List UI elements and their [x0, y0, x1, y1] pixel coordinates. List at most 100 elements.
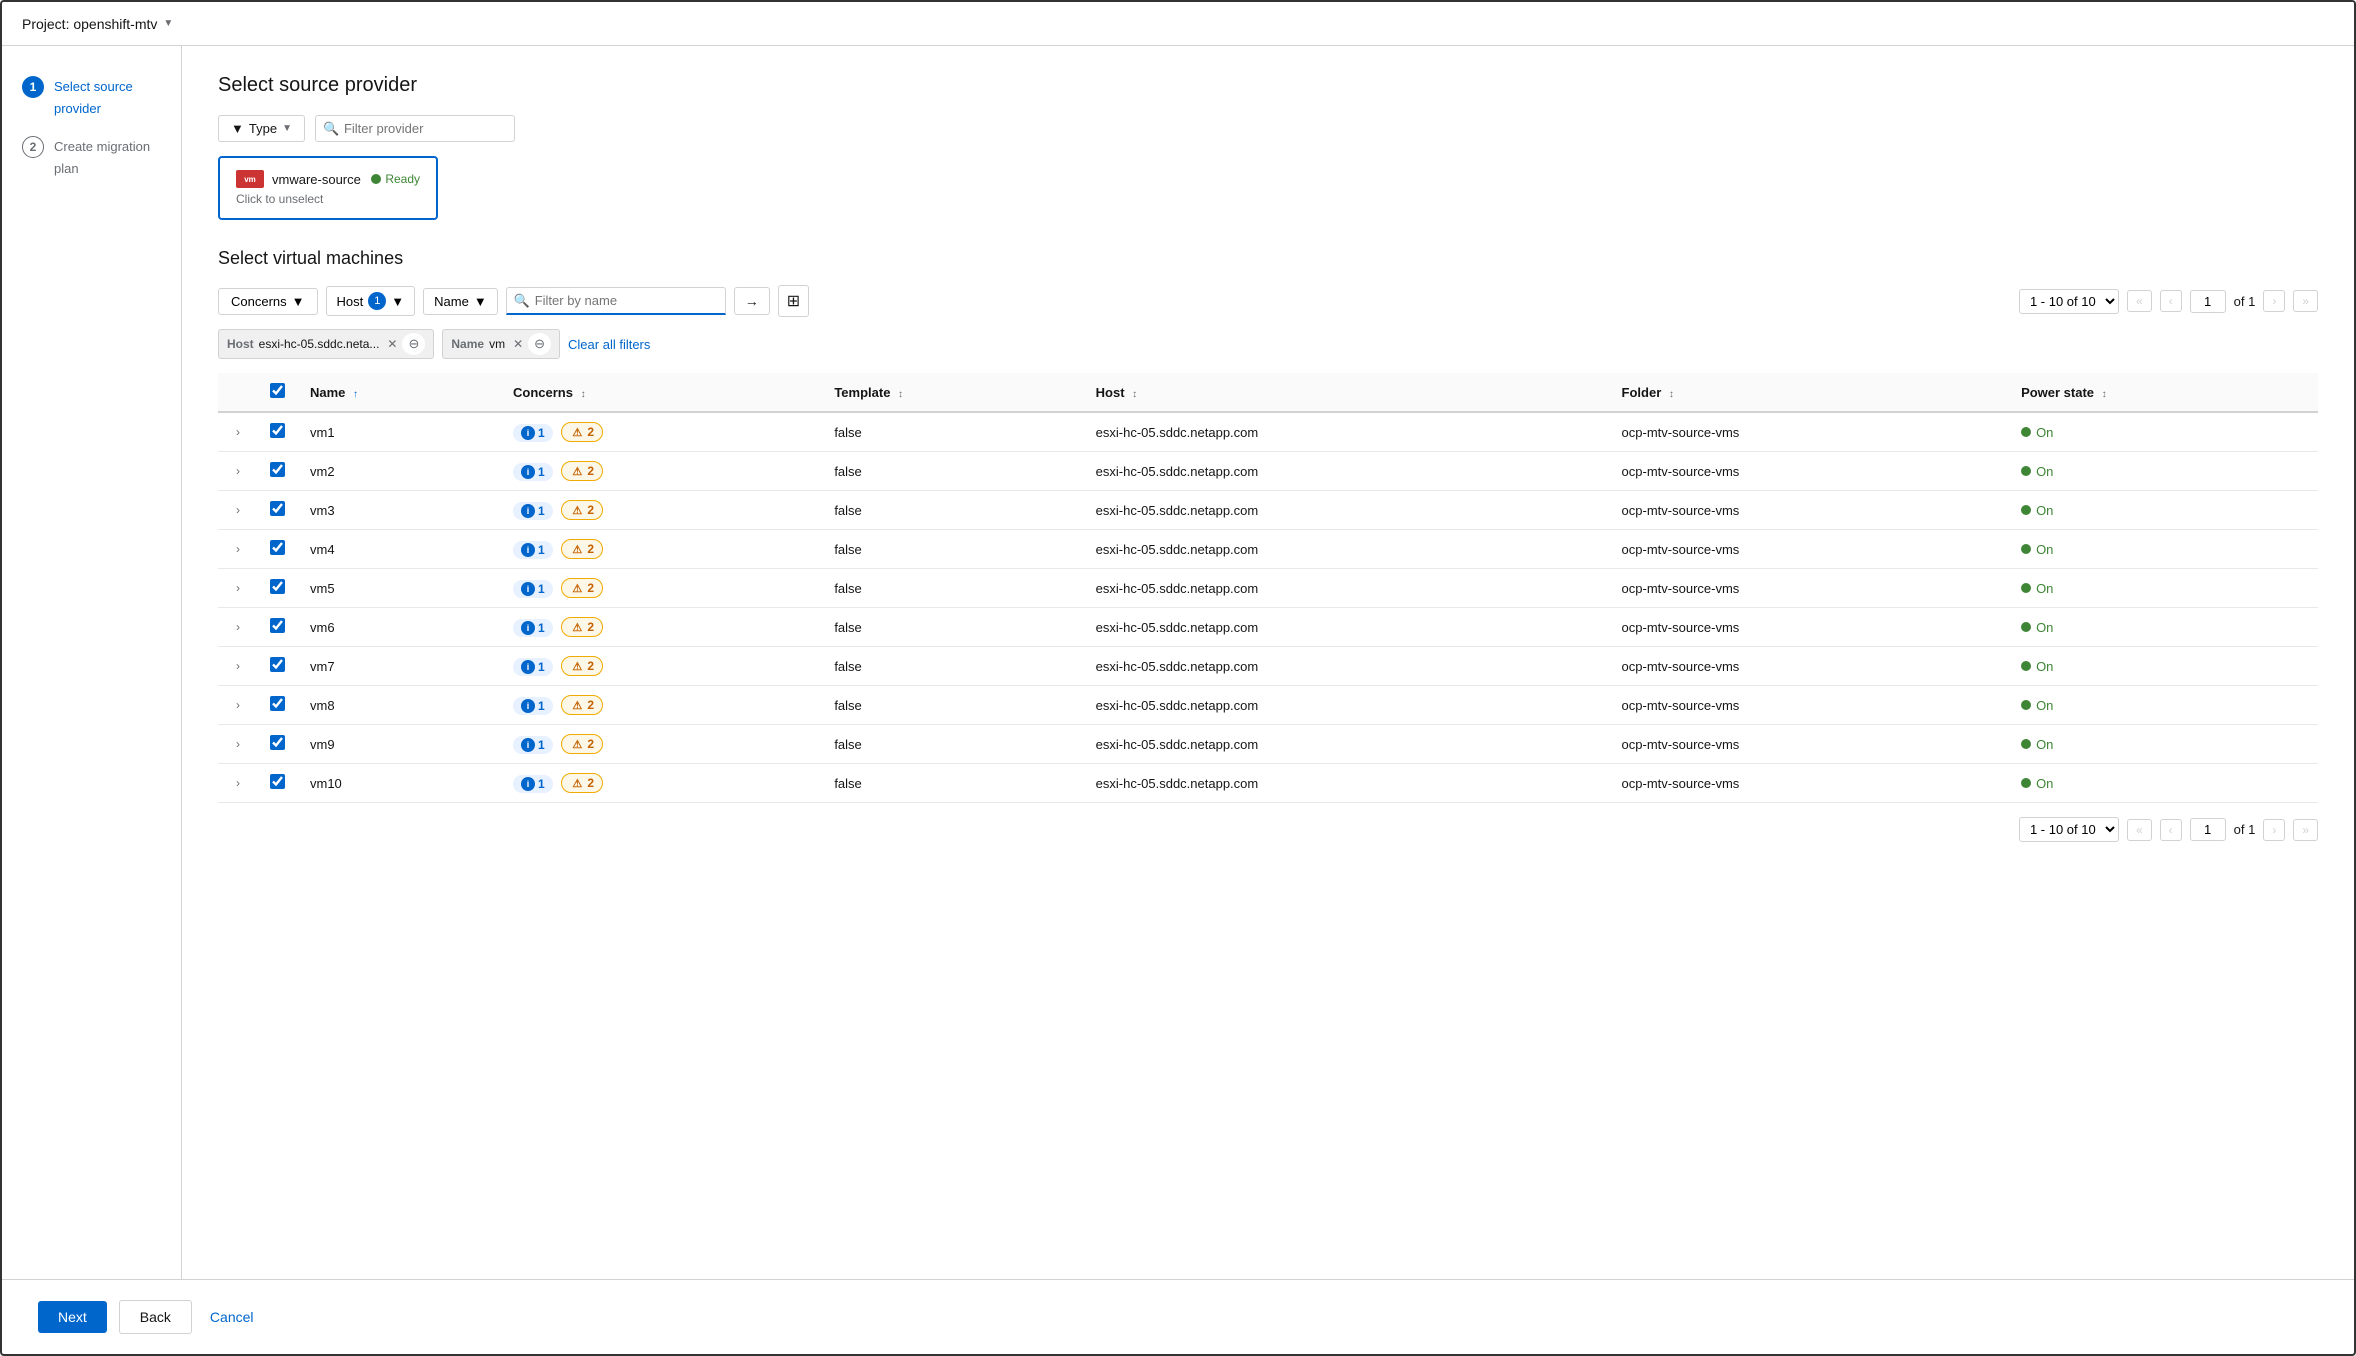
search-submit-button[interactable]: → — [734, 287, 770, 315]
click-unselect-label: Click to unselect — [236, 192, 420, 206]
host-chip-remove-button[interactable]: ✕ — [387, 337, 397, 351]
provider-card[interactable]: vm vmware-source Ready Click to unselect — [218, 156, 438, 220]
power-state-column-header[interactable]: Power state ↕ — [2009, 373, 2318, 412]
row-checkbox[interactable] — [270, 579, 285, 594]
concerns-filter-button[interactable]: Concerns ▼ — [218, 288, 318, 315]
bottom-first-page-button[interactable]: « — [2127, 819, 2152, 841]
concern-info-badge[interactable]: i 1 — [513, 424, 553, 442]
current-page-input[interactable] — [2190, 290, 2226, 313]
concern-warn-badge[interactable]: ⚠ 2 — [561, 695, 603, 715]
concern-info-badge[interactable]: i 1 — [513, 463, 553, 481]
name-chip-remove-button[interactable]: ✕ — [513, 337, 523, 351]
checkbox-cell[interactable] — [258, 686, 298, 725]
checkbox-cell[interactable] — [258, 764, 298, 803]
name-cell: vm4 — [298, 530, 501, 569]
bottom-prev-page-button[interactable]: ‹ — [2160, 819, 2182, 841]
row-checkbox[interactable] — [270, 774, 285, 789]
checkbox-cell[interactable] — [258, 725, 298, 764]
info-icon: i — [521, 504, 535, 518]
row-checkbox[interactable] — [270, 462, 285, 477]
expand-button[interactable]: › — [230, 540, 246, 558]
row-checkbox[interactable] — [270, 501, 285, 516]
concern-info-badge[interactable]: i 1 — [513, 775, 553, 793]
concern-warn-badge[interactable]: ⚠ 2 — [561, 500, 603, 520]
checkbox-cell[interactable] — [258, 569, 298, 608]
row-checkbox[interactable] — [270, 735, 285, 750]
row-checkbox[interactable] — [270, 657, 285, 672]
cancel-button[interactable]: Cancel — [204, 1301, 260, 1333]
project-selector[interactable]: Project: openshift-mtv ▼ — [22, 16, 173, 32]
concern-warn-badge[interactable]: ⚠ 2 — [561, 461, 603, 481]
concern-info-badge[interactable]: i 1 — [513, 541, 553, 559]
checkbox-cell[interactable] — [258, 608, 298, 647]
power-on-indicator: On — [2021, 737, 2306, 752]
sidebar-step-1[interactable]: 1 Select source provider — [22, 76, 161, 120]
concern-info-badge[interactable]: i 1 — [513, 619, 553, 637]
expand-button[interactable]: › — [230, 735, 246, 753]
expand-button[interactable]: › — [230, 618, 246, 636]
folder-cell: ocp-mtv-source-vms — [1610, 686, 2010, 725]
name-filter-button[interactable]: Name ▼ — [423, 288, 498, 315]
checkbox-cell[interactable] — [258, 530, 298, 569]
concern-info-badge[interactable]: i 1 — [513, 658, 553, 676]
concern-warn-badge[interactable]: ⚠ 2 — [561, 656, 603, 676]
last-page-button[interactable]: » — [2293, 290, 2318, 312]
concern-warn-badge[interactable]: ⚠ 2 — [561, 773, 603, 793]
concern-info-badge[interactable]: i 1 — [513, 736, 553, 754]
expand-button[interactable]: › — [230, 579, 246, 597]
row-checkbox[interactable] — [270, 696, 285, 711]
name-column-header[interactable]: Name ↑ — [298, 373, 501, 412]
concern-warn-badge[interactable]: ⚠ 2 — [561, 422, 603, 442]
type-filter-button[interactable]: ▼ Type ▼ — [218, 115, 305, 142]
select-all-checkbox[interactable] — [270, 383, 285, 398]
concern-warn-badge[interactable]: ⚠ 2 — [561, 617, 603, 637]
checkbox-column-header[interactable] — [258, 373, 298, 412]
provider-search-input[interactable] — [315, 115, 515, 142]
concerns-column-header[interactable]: Concerns ↕ — [501, 373, 822, 412]
clear-all-filters-button[interactable]: Clear all filters — [568, 337, 650, 352]
vm-search-wrap: 🔍 — [506, 287, 726, 315]
row-checkbox[interactable] — [270, 540, 285, 555]
prev-page-button[interactable]: ‹ — [2160, 290, 2182, 312]
host-filter-button[interactable]: Host 1 ▼ — [326, 286, 416, 316]
checkbox-cell[interactable] — [258, 647, 298, 686]
next-page-button[interactable]: › — [2263, 290, 2285, 312]
bottom-last-page-button[interactable]: » — [2293, 819, 2318, 841]
concern-warn-badge[interactable]: ⚠ 2 — [561, 578, 603, 598]
bottom-next-page-button[interactable]: › — [2263, 819, 2285, 841]
folder-column-header[interactable]: Folder ↕ — [1610, 373, 2010, 412]
template-column-header[interactable]: Template ↕ — [822, 373, 1083, 412]
host-column-header[interactable]: Host ↕ — [1084, 373, 1610, 412]
host-chip-clear-button[interactable]: ⊖ — [402, 333, 425, 355]
expand-button[interactable]: › — [230, 774, 246, 792]
columns-toggle-button[interactable]: ⊞ — [778, 285, 809, 317]
bottom-current-page-input[interactable] — [2190, 818, 2226, 841]
expand-button[interactable]: › — [230, 696, 246, 714]
power-state-cell: On — [2009, 569, 2318, 608]
per-page-select[interactable]: 1 - 10 of 10 — [2019, 289, 2119, 314]
next-button[interactable]: Next — [38, 1301, 107, 1333]
expand-button[interactable]: › — [230, 501, 246, 519]
host-cell: esxi-hc-05.sddc.netapp.com — [1084, 764, 1610, 803]
checkbox-cell[interactable] — [258, 491, 298, 530]
expand-button[interactable]: › — [230, 657, 246, 675]
concern-info-badge[interactable]: i 1 — [513, 502, 553, 520]
row-checkbox[interactable] — [270, 423, 285, 438]
expand-cell: › — [218, 686, 258, 725]
expand-button[interactable]: › — [230, 423, 246, 441]
vm-search-input[interactable] — [506, 287, 726, 315]
back-button[interactable]: Back — [119, 1300, 192, 1334]
name-chip-clear-button[interactable]: ⊖ — [528, 333, 551, 355]
concern-info-badge[interactable]: i 1 — [513, 580, 553, 598]
concern-info-badge[interactable]: i 1 — [513, 697, 553, 715]
concern-warn-badge[interactable]: ⚠ 2 — [561, 734, 603, 754]
first-page-button[interactable]: « — [2127, 290, 2152, 312]
expand-button[interactable]: › — [230, 462, 246, 480]
power-on-indicator: On — [2021, 698, 2306, 713]
concern-warn-badge[interactable]: ⚠ 2 — [561, 539, 603, 559]
checkbox-cell[interactable] — [258, 452, 298, 491]
row-checkbox[interactable] — [270, 618, 285, 633]
checkbox-cell[interactable] — [258, 412, 298, 452]
bottom-per-page-select[interactable]: 1 - 10 of 10 — [2019, 817, 2119, 842]
folder-cell: ocp-mtv-source-vms — [1610, 530, 2010, 569]
